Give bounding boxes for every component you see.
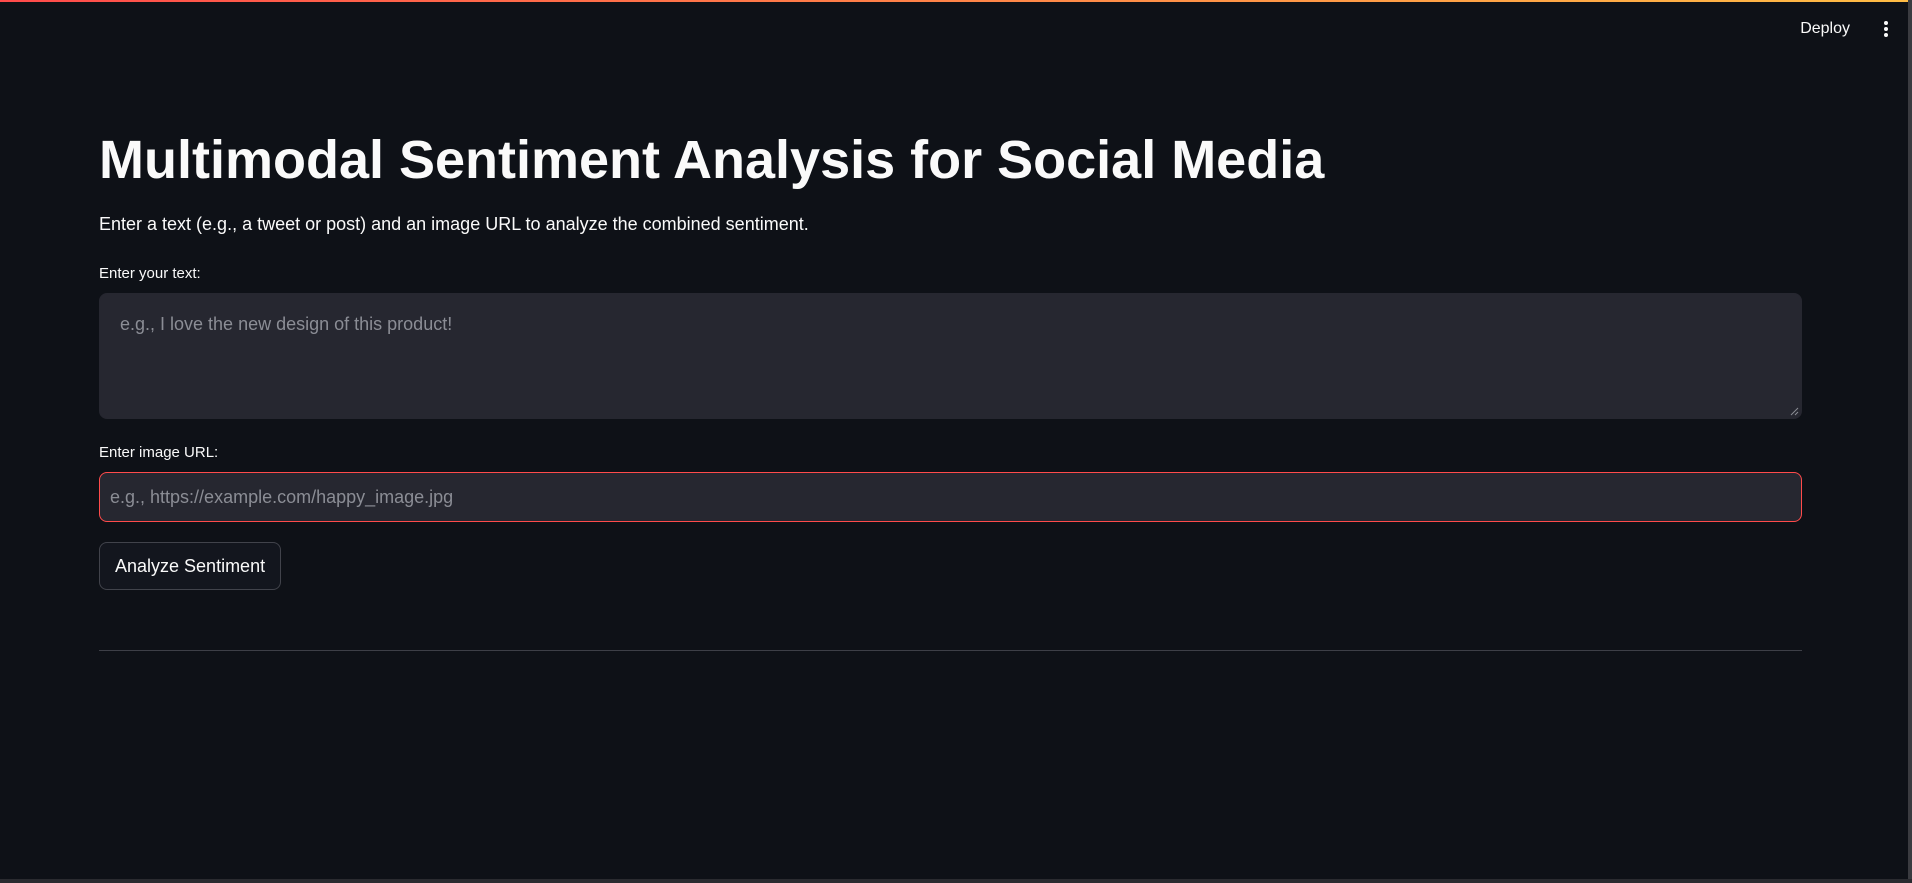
window-border-right (1908, 0, 1912, 883)
url-field-label: Enter image URL: (99, 444, 219, 461)
page-title: Multimodal Sentiment Analysis for Social… (99, 130, 1325, 190)
analyze-sentiment-button[interactable]: Analyze Sentiment (99, 542, 282, 590)
page-description: Enter a text (e.g., a tweet or post) and… (99, 214, 809, 234)
main-content: Multimodal Sentiment Analysis for Social… (99, 128, 1802, 651)
deploy-button[interactable]: Deploy (1792, 14, 1858, 44)
text-field-label: Enter your text: (99, 265, 201, 282)
text-area-container (99, 293, 1802, 419)
app-header: Deploy (1792, 12, 1896, 46)
divider (99, 650, 1802, 651)
image-url-input[interactable] (99, 472, 1802, 522)
app-window: Deploy Multimodal Sentiment Analysis for… (0, 0, 1912, 883)
top-decoration-bar (0, 0, 1912, 2)
more-vertical-icon[interactable] (1876, 17, 1896, 41)
text-input-area[interactable] (99, 293, 1802, 419)
resize-handle-icon[interactable] (1789, 406, 1799, 416)
window-border-bottom (0, 879, 1912, 883)
